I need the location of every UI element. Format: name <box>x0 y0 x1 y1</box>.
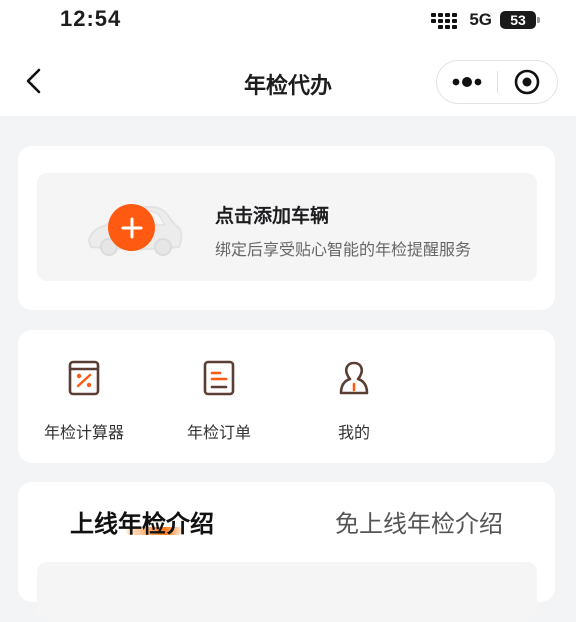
intro-card: 上线年检介绍 免上线年检介绍 <box>18 482 555 622</box>
signal-icon <box>431 11 461 29</box>
nav-bar: 年检代办 <box>0 44 576 116</box>
battery-icon: 53 <box>500 11 540 29</box>
plus-icon <box>121 217 142 238</box>
user-icon <box>339 361 369 395</box>
target-icon <box>514 69 540 95</box>
quick-link-label: 我的 <box>337 423 370 442</box>
quick-link-label: 年检订单 <box>186 423 251 442</box>
more-button[interactable] <box>437 61 497 103</box>
quick-link-label: 年检计算器 <box>43 423 124 442</box>
battery-level: 53 <box>510 12 526 28</box>
status-time: 12:54 <box>60 6 122 31</box>
order-icon <box>203 360 235 396</box>
quick-links-card: 年检计算器 年检订单 我的 <box>18 330 555 463</box>
add-vehicle-title: 点击添加车辆 <box>215 205 330 227</box>
calculator-icon <box>68 360 100 396</box>
network-type: 5G <box>469 10 492 29</box>
status-bar: 12:54 5G 53 <box>0 0 576 44</box>
close-mini-program-button[interactable] <box>498 61 558 103</box>
add-vehicle-button[interactable]: 点击添加车辆 绑定后享受贴心智能的年检提醒服务 <box>37 173 537 281</box>
tab-online-inspection[interactable]: 上线年检介绍 <box>70 504 214 539</box>
quick-link-orders[interactable]: 年检订单 <box>159 360 279 443</box>
quick-link-mine[interactable]: 我的 <box>294 360 414 443</box>
more-dots-icon <box>452 77 482 87</box>
intro-content <box>37 562 537 622</box>
status-indicators: 5G 53 <box>431 10 540 30</box>
mini-program-capsule <box>436 60 558 104</box>
add-circle-icon <box>108 204 155 251</box>
add-vehicle-subtitle: 绑定后享受贴心智能的年检提醒服务 <box>215 240 472 259</box>
add-vehicle-card: 点击添加车辆 绑定后享受贴心智能的年检提醒服务 <box>18 146 555 310</box>
quick-link-calculator[interactable]: 年检计算器 <box>24 360 144 443</box>
tab-exempt-inspection[interactable]: 免上线年检介绍 <box>335 504 503 539</box>
